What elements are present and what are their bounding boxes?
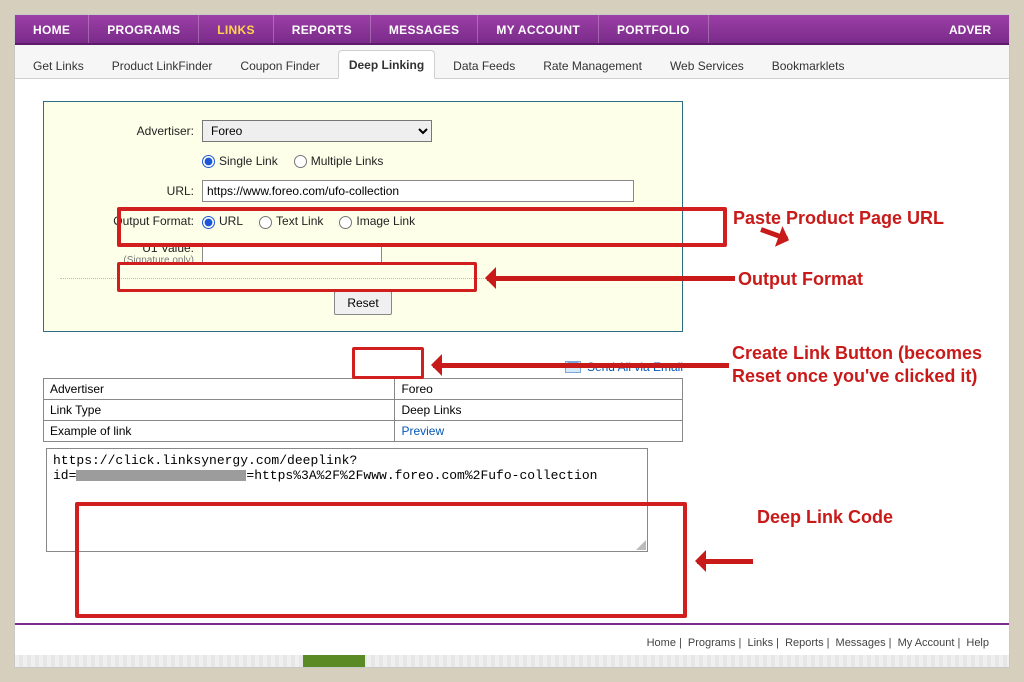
nav-advertisers[interactable]: ADVER [931,15,1009,43]
tab-deep-linking[interactable]: Deep Linking [338,50,435,79]
tab-bookmarklets[interactable]: Bookmarklets [762,52,855,79]
footer-links-link[interactable]: Links [747,637,773,649]
footer-links: Home| Programs| Links| Reports| Messages… [647,637,989,649]
table-row: Advertiser Foreo [44,378,683,399]
nav-links[interactable]: LINKS [199,15,274,43]
email-icon [565,361,581,373]
bottom-green-stub [303,655,365,667]
tab-coupon-finder[interactable]: Coupon Finder [230,52,329,79]
output-format-label: Output Format: [60,214,202,228]
url-label: URL: [60,184,202,198]
deeplink-code-textarea[interactable]: https://click.linksynergy.com/deeplink? … [46,448,648,552]
multiple-links-radio[interactable]: Multiple Links [294,154,384,168]
tab-product-linkfinder[interactable]: Product LinkFinder [102,52,223,79]
main-nav: HOME PROGRAMS LINKS REPORTS MESSAGES MY … [15,15,1009,45]
single-link-radio[interactable]: Single Link [202,154,278,168]
footer-home[interactable]: Home [647,637,676,649]
resize-handle-icon[interactable] [636,540,646,550]
url-input[interactable] [202,180,634,202]
nav-home[interactable]: HOME [15,15,89,43]
output-url-radio[interactable]: URL [202,214,243,228]
footer-programs[interactable]: Programs [688,637,736,649]
advertiser-label: Advertiser: [60,124,202,138]
bottom-bar [15,655,1009,667]
deep-linking-form: Advertiser: Foreo Single Link Multiple L… [43,101,683,332]
output-image-radio[interactable]: Image Link [339,214,415,228]
tab-web-services[interactable]: Web Services [660,52,754,79]
key-cell: Advertiser [44,378,395,399]
val-cell: Deep Links [395,399,683,420]
u1-input[interactable] [202,243,382,263]
table-row: Example of link Preview [44,420,683,441]
footer-divider [15,623,1009,625]
send-all-email-link[interactable]: Send All via Email [587,360,683,374]
table-row: Link Type Deep Links [44,399,683,420]
nav-programs[interactable]: PROGRAMS [89,15,199,43]
output-text-radio[interactable]: Text Link [259,214,323,228]
u1-label: U1 Value: (Signature only) [60,241,202,266]
nav-messages[interactable]: MESSAGES [371,15,478,43]
preview-link[interactable]: Preview [401,424,444,438]
tab-data-feeds[interactable]: Data Feeds [443,52,525,79]
nav-portfolio[interactable]: PORTFOLIO [599,15,709,43]
nav-myaccount[interactable]: MY ACCOUNT [478,15,599,43]
nav-reports[interactable]: REPORTS [274,15,371,43]
footer-messages[interactable]: Messages [836,637,886,649]
results-table: Advertiser Foreo Link Type Deep Links Ex… [43,378,683,442]
key-cell: Example of link [44,420,395,441]
footer-help[interactable]: Help [966,637,989,649]
redacted-id [76,470,246,481]
advertiser-select[interactable]: Foreo [202,120,432,142]
val-cell: Foreo [395,378,683,399]
create-link-reset-button[interactable]: Reset [334,291,391,315]
key-cell: Link Type [44,399,395,420]
tab-get-links[interactable]: Get Links [23,52,94,79]
tab-rate-management[interactable]: Rate Management [533,52,652,79]
footer-reports[interactable]: Reports [785,637,824,649]
footer-myaccount[interactable]: My Account [898,637,955,649]
sub-nav: Get Links Product LinkFinder Coupon Find… [15,45,1009,79]
